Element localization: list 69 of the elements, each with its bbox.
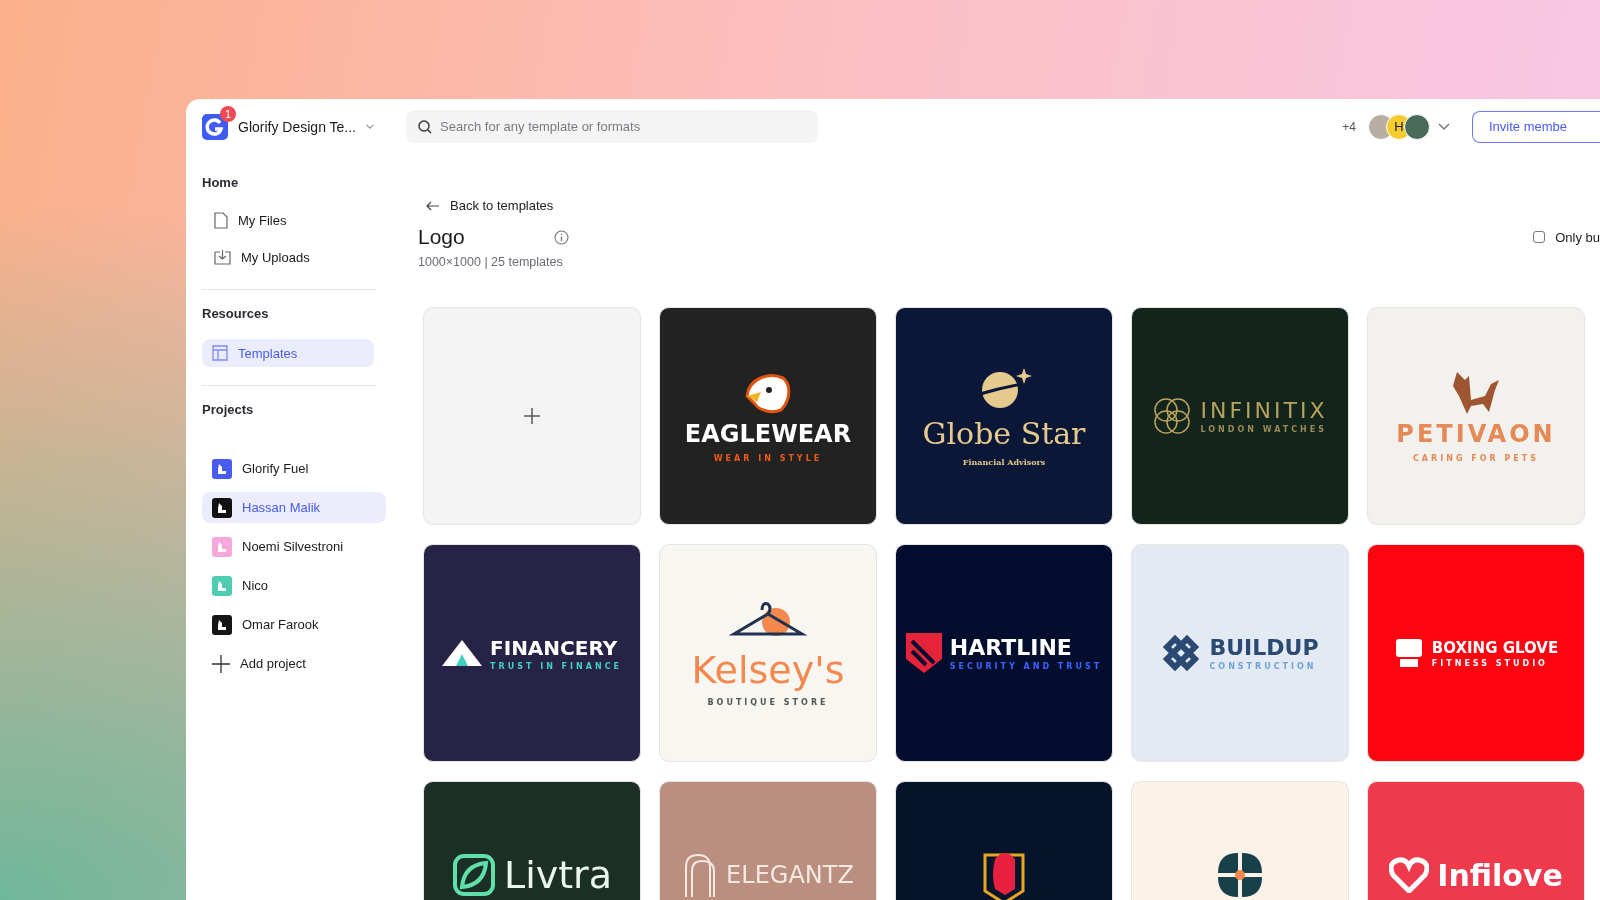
logo-tagline: FITNESS STUDIO — [1431, 658, 1548, 668]
logo-name: Infilove — [1437, 857, 1563, 893]
invite-button[interactable]: Invite membe — [1472, 110, 1600, 143]
logo-name: INFINITIX — [1200, 398, 1328, 423]
logo-name: EAGLEWEAR — [684, 419, 852, 448]
project-item[interactable]: Noemi Silvestroni — [202, 531, 386, 562]
heart-icon — [1389, 857, 1430, 893]
logo-name: FINANCERY — [490, 635, 618, 660]
search-field[interactable]: Search for any template or formats — [406, 110, 818, 143]
page-subtitle: 1000×1000 | 25 templates — [418, 255, 564, 269]
logo-name: HARTLINE — [949, 635, 1072, 660]
template-card[interactable]: FINANCERY TRUST IN FINANCE — [423, 544, 641, 762]
template-card[interactable]: BOXING GLOVE FITNESS STUDIO — [1367, 544, 1585, 762]
logo-name: ELEGANTZ — [726, 861, 854, 889]
member-count: +4 — [1342, 119, 1356, 134]
template-card[interactable]: HARTLINE SECURITY AND TRUST — [895, 544, 1113, 762]
avatar — [1404, 113, 1430, 140]
arrow-left-icon — [426, 200, 440, 211]
logo-tagline: SECURITY AND TRUST — [949, 662, 1103, 671]
logo-tagline: CONSTRUCTION — [1209, 662, 1317, 671]
rings-icon — [1152, 396, 1193, 436]
template-card[interactable]: Globe Star Financial Advisors — [895, 307, 1113, 525]
logo-tagline: Financial Advisors — [962, 456, 1046, 467]
template-card[interactable]: Livtra — [423, 781, 641, 900]
logo-name: Globe Star — [922, 415, 1086, 451]
notification-badge: 1 — [220, 106, 236, 122]
project-item[interactable]: Hassan Malik — [202, 492, 386, 523]
logo-tagline: LONDON WATCHES — [1200, 425, 1327, 434]
template-card[interactable]: EAGLEWEAR WEAR IN STYLE — [659, 307, 877, 525]
sidebar-item[interactable]: Templates — [202, 339, 374, 367]
layout-icon — [212, 345, 228, 361]
plus-icon — [524, 408, 540, 424]
logo-tagline: TRUST IN FINANCE — [490, 661, 622, 671]
section-heading: Resources — [202, 306, 270, 321]
logo-name: Kelsey's — [691, 647, 845, 692]
shield-icon — [905, 633, 942, 673]
plus-icon — [212, 654, 230, 673]
filter-checkbox[interactable]: Only bu — [1533, 229, 1600, 245]
sidebar-item[interactable]: My Uploads — [202, 243, 374, 271]
section-heading: Projects — [202, 402, 255, 417]
triangles-icon — [442, 640, 483, 666]
page-title: Logo — [418, 225, 466, 249]
project-item[interactable]: Nico — [202, 570, 386, 601]
logo-tagline: CARING FOR PETS — [1413, 453, 1539, 463]
project-item[interactable]: Omar Farook — [202, 609, 386, 640]
template-card[interactable]: Kelsey's BOUTIQUE STORE — [659, 544, 877, 762]
logo-name: BOXING GLOVE — [1431, 638, 1559, 657]
logo-name: Livtra — [504, 853, 612, 897]
logo-tagline: WEAR IN STYLE — [713, 453, 823, 463]
sidebar-item[interactable]: My Files — [202, 206, 374, 234]
chevron-down-icon[interactable] — [1438, 122, 1450, 131]
section-heading: Home — [202, 175, 240, 190]
chevron-down-icon[interactable] — [366, 123, 374, 131]
logo-name: BUILDUP — [1209, 635, 1319, 660]
leaf-icon — [452, 853, 496, 897]
logo-tagline: BOUTIQUE STORE — [707, 697, 829, 707]
template-card[interactable]: INFINITIX LONDON WATCHES — [1131, 307, 1349, 525]
file-icon — [214, 211, 228, 229]
info-icon[interactable] — [554, 229, 569, 245]
project-item[interactable]: Glorify Fuel — [202, 453, 386, 484]
workspace-name[interactable]: Glorify Design Te... — [238, 119, 356, 135]
add-project-button[interactable]: Add project — [202, 648, 386, 679]
chain-link-icon — [1161, 633, 1202, 673]
logo-name: PETIVAON — [1396, 419, 1556, 448]
template-card[interactable]: Infilove — [1367, 781, 1585, 900]
app-logo-icon[interactable] — [202, 114, 228, 140]
download-box-icon — [214, 249, 231, 265]
back-link[interactable]: Back to templates — [426, 198, 554, 213]
template-card[interactable]: BUILDUP CONSTRUCTION — [1131, 544, 1349, 762]
